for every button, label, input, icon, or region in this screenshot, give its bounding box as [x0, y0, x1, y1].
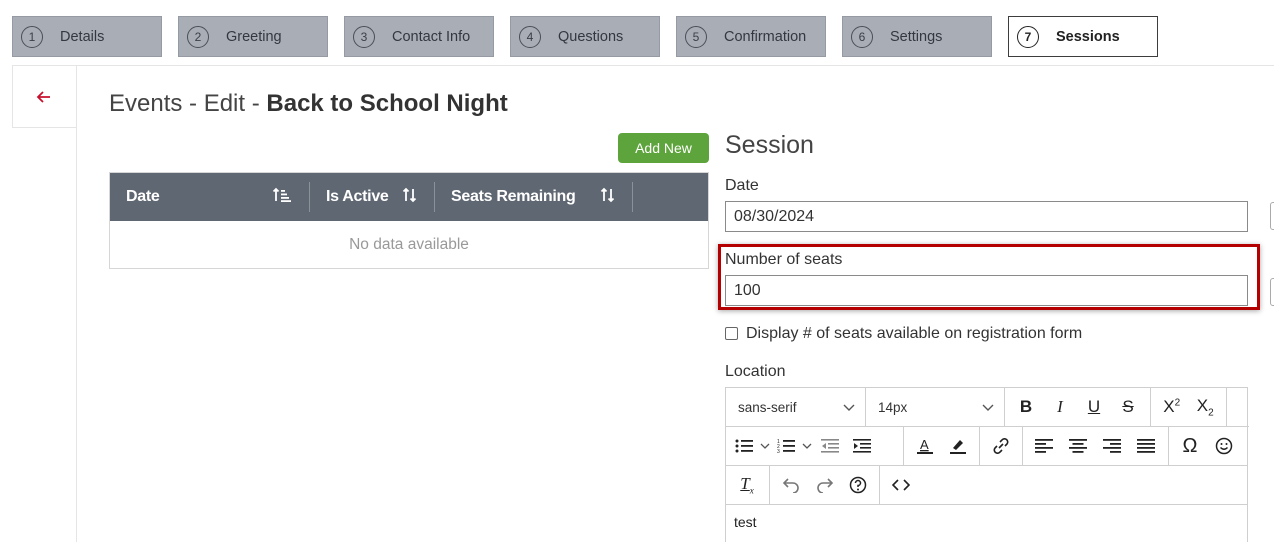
- step-sessions[interactable]: 7 Sessions: [1008, 16, 1158, 57]
- strikethrough-icon[interactable]: S: [1111, 390, 1145, 424]
- align-justify-icon[interactable]: [1129, 429, 1163, 463]
- date-label: Date: [725, 177, 759, 194]
- font-size-value: 14px: [878, 399, 908, 415]
- editor-toolbar-row: sans-serif 14px B I U S X2 X2: [726, 388, 1249, 427]
- editor-toolbar-row: 123 A Ω: [726, 427, 1247, 466]
- back-arrow-icon[interactable]: [33, 86, 55, 108]
- sessions-grid: Date Is Active Seats Remaining No data a…: [109, 172, 709, 269]
- chevron-down-icon[interactable]: [758, 429, 772, 463]
- undo-icon[interactable]: [774, 468, 808, 502]
- svg-text:3: 3: [777, 449, 780, 454]
- grid-empty-message: No data available: [349, 236, 469, 253]
- step-label: Settings: [890, 28, 943, 45]
- step-greeting[interactable]: 2 Greeting: [178, 16, 328, 57]
- column-is-active[interactable]: Is Active: [310, 182, 435, 212]
- column-label: Seats Remaining: [451, 188, 576, 205]
- color-group: A: [904, 427, 980, 465]
- emoji-icon[interactable]: [1207, 429, 1241, 463]
- font-family-select[interactable]: sans-serif: [726, 388, 866, 426]
- bullet-list-icon[interactable]: [730, 429, 758, 463]
- redo-icon[interactable]: [808, 468, 842, 502]
- seats-label: Number of seats: [725, 251, 843, 268]
- clear-formatting-icon[interactable]: Tx: [730, 468, 764, 502]
- italic-icon[interactable]: I: [1043, 390, 1077, 424]
- step-label: Questions: [558, 28, 624, 45]
- column-date[interactable]: Date: [110, 182, 310, 212]
- step-details[interactable]: 1 Details: [12, 16, 162, 57]
- step-number: 7: [1017, 25, 1039, 48]
- location-editor: sans-serif 14px B I U S X2 X2 123 A Ω Tx…: [725, 387, 1249, 542]
- numbered-list-icon[interactable]: 123: [772, 429, 800, 463]
- display-seats-checkbox[interactable]: [725, 327, 738, 340]
- display-seats-label: Display # of seats available on registra…: [746, 325, 1083, 342]
- subscript-icon[interactable]: X2: [1189, 390, 1223, 424]
- list-group: 123: [726, 427, 904, 465]
- offscreen-field: [1270, 278, 1274, 306]
- indent-icon[interactable]: [846, 429, 878, 463]
- column-label: Is Active: [326, 188, 389, 205]
- align-group: [1023, 427, 1169, 465]
- step-confirmation[interactable]: 5 Confirmation: [676, 16, 826, 57]
- location-label: Location: [725, 363, 786, 380]
- step-number: 1: [21, 25, 43, 48]
- date-field[interactable]: [725, 201, 1248, 232]
- link-icon[interactable]: [984, 429, 1018, 463]
- add-new-button[interactable]: Add New: [618, 133, 709, 163]
- source-code-icon[interactable]: [884, 468, 918, 502]
- text-color-icon[interactable]: A: [908, 429, 942, 463]
- chevron-down-icon: [982, 400, 994, 415]
- highlight-color-icon[interactable]: [942, 429, 976, 463]
- bold-icon[interactable]: B: [1009, 390, 1043, 424]
- step-label: Contact Info: [392, 28, 471, 45]
- align-center-icon[interactable]: [1061, 429, 1095, 463]
- column-seats-remaining[interactable]: Seats Remaining: [435, 182, 633, 212]
- offscreen-field: [1270, 202, 1274, 230]
- link-group: [980, 427, 1023, 465]
- step-label: Confirmation: [724, 28, 807, 45]
- outdent-icon[interactable]: [814, 429, 846, 463]
- align-right-icon[interactable]: [1095, 429, 1129, 463]
- format-group: B I U S: [1005, 388, 1151, 426]
- step-questions[interactable]: 4 Questions: [510, 16, 660, 57]
- script-group: X2 X2: [1151, 388, 1227, 426]
- step-number: 4: [519, 25, 541, 48]
- event-name: Back to School Night: [266, 90, 508, 117]
- sort-icon[interactable]: [402, 187, 418, 207]
- chevron-down-icon: [843, 400, 855, 415]
- font-family-value: sans-serif: [738, 399, 797, 415]
- step-label: Sessions: [1056, 28, 1120, 45]
- help-icon[interactable]: [841, 468, 875, 502]
- location-editor-content[interactable]: test: [726, 506, 1247, 538]
- step-number: 5: [685, 25, 707, 48]
- svg-text:A: A: [920, 437, 929, 452]
- step-label: Greeting: [226, 28, 282, 45]
- page-title-prefix: Events - Edit -: [109, 90, 267, 117]
- step-number: 6: [851, 25, 873, 48]
- code-group: [880, 466, 924, 504]
- sort-icon[interactable]: [600, 187, 616, 207]
- sort-ascending-icon[interactable]: [272, 187, 293, 207]
- step-number: 3: [353, 25, 375, 48]
- step-number: 2: [187, 25, 209, 48]
- divider: [76, 66, 77, 542]
- page-title: Events - Edit - Back to School Night: [109, 90, 508, 118]
- step-contact-info[interactable]: 3 Contact Info: [344, 16, 494, 57]
- insert-group: Ω: [1169, 427, 1247, 465]
- step-settings[interactable]: 6 Settings: [842, 16, 992, 57]
- divider: [12, 65, 1274, 66]
- grid-header: Date Is Active Seats Remaining: [110, 173, 708, 221]
- column-label: Date: [126, 188, 160, 205]
- underline-icon[interactable]: U: [1077, 390, 1111, 424]
- special-character-icon[interactable]: Ω: [1173, 429, 1207, 463]
- align-left-icon[interactable]: [1027, 429, 1061, 463]
- history-group: [770, 466, 880, 504]
- step-label: Details: [60, 28, 105, 45]
- clear-group: Tx: [726, 466, 770, 504]
- editor-toolbar-row: Tx: [726, 466, 1247, 505]
- session-heading: Session: [725, 131, 814, 159]
- font-size-select[interactable]: 14px: [866, 388, 1005, 426]
- number-of-seats-field[interactable]: [725, 275, 1248, 306]
- chevron-down-icon[interactable]: [800, 429, 814, 463]
- superscript-icon[interactable]: X2: [1155, 390, 1189, 424]
